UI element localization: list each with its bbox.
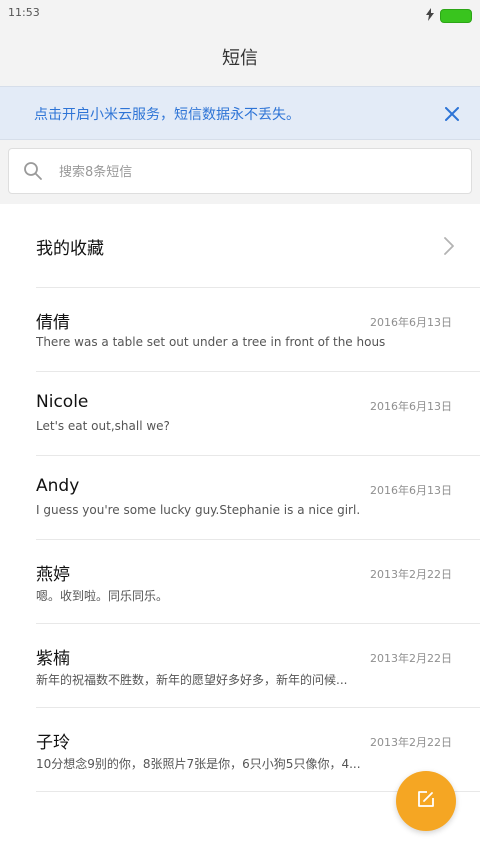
favorites-label: 我的收藏 <box>36 239 104 259</box>
compose-icon <box>416 789 436 813</box>
favorites-row[interactable]: 我的收藏 <box>0 204 480 288</box>
message-date: 2013年2月22日 <box>370 736 452 749</box>
conversation-item[interactable]: 紫楠 2013年2月22日 新年的祝福数不胜数，新年的愿望好多好多，新年的问候.… <box>0 624 480 708</box>
contact-name: 紫楠 <box>36 649 70 669</box>
message-date: 2016年6月13日 <box>370 484 452 497</box>
status-time: 11:53 <box>8 6 40 19</box>
contact-name: Nicole <box>36 392 89 412</box>
page-title: 短信 <box>222 48 258 69</box>
message-snippet: I guess you're some lucky guy.Stephanie … <box>36 503 361 517</box>
message-snippet: There was a table set out under a tree i… <box>36 335 386 349</box>
contact-name: 子玲 <box>36 733 70 753</box>
message-date: 2016年6月13日 <box>370 400 452 413</box>
contact-name: Andy <box>36 476 80 496</box>
message-snippet: 新年的祝福数不胜数，新年的愿望好多好多，新年的问候... <box>36 673 348 687</box>
conversation-item[interactable]: Andy 2016年6月13日 I guess you're some luck… <box>0 456 480 540</box>
compose-button[interactable] <box>396 771 456 831</box>
title-bar: 短信 <box>0 28 480 86</box>
status-indicators <box>426 6 472 25</box>
lightning-icon <box>426 6 434 25</box>
battery-icon <box>440 8 472 23</box>
contact-name: 倩倩 <box>36 313 70 333</box>
cloud-service-banner[interactable]: 点击开启小米云服务，短信数据永不丢失。 <box>0 86 480 140</box>
message-snippet: Let's eat out,shall we? <box>36 419 170 433</box>
message-snippet: 10分想念9别的你，8张照片7张是你，6只小狗5只像你，4... <box>36 757 361 771</box>
message-date: 2013年2月22日 <box>370 652 452 665</box>
search-box[interactable] <box>8 148 472 195</box>
search-input[interactable] <box>57 149 461 195</box>
conversation-item[interactable]: 燕婷 2013年2月22日 嗯。收到啦。同乐同乐。 <box>0 540 480 624</box>
status-bar: 11:53 <box>0 0 480 28</box>
banner-text: 点击开启小米云服务，短信数据永不丢失。 <box>34 107 300 123</box>
message-date: 2013年2月22日 <box>370 568 452 581</box>
contact-name: 燕婷 <box>36 565 70 585</box>
close-icon[interactable] <box>438 100 466 128</box>
message-date: 2016年6月13日 <box>370 316 452 329</box>
conversation-item[interactable]: 倩倩 2016年6月13日 There was a table set out … <box>0 288 480 372</box>
search-bar <box>0 140 480 204</box>
chevron-right-icon <box>442 236 456 256</box>
message-snippet: 嗯。收到啦。同乐同乐。 <box>36 589 169 603</box>
conversation-item[interactable]: Nicole 2016年6月13日 Let's eat out,shall we… <box>0 372 480 456</box>
search-icon <box>23 161 43 181</box>
